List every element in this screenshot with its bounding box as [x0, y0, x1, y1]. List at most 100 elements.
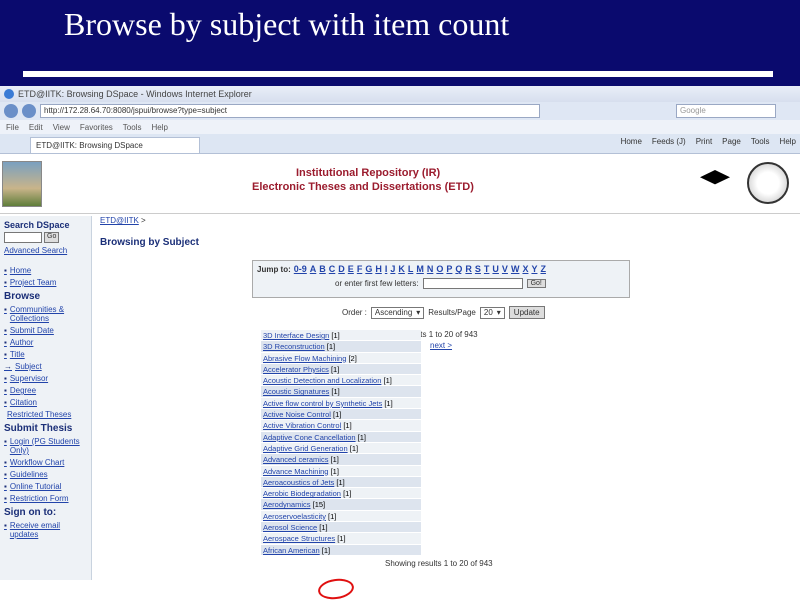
- rpp-select[interactable]: 20 ▾: [479, 306, 505, 319]
- item-count: [1]: [333, 410, 342, 420]
- jump-letter-link[interactable]: M: [416, 264, 424, 274]
- jump-letter-link[interactable]: B: [319, 264, 326, 274]
- sidebar-item-email-updates[interactable]: ▪ Receive email updates: [4, 521, 87, 539]
- back-arrow-icon[interactable]: [4, 104, 18, 118]
- browser-tab[interactable]: ETD@IITK: Browsing DSpace: [30, 137, 200, 153]
- subject-link[interactable]: Aerodynamics: [263, 500, 311, 509]
- forward-arrow-icon[interactable]: [22, 104, 36, 118]
- jump-letter-link[interactable]: R: [465, 264, 472, 274]
- jump-letter-link[interactable]: V: [502, 264, 508, 274]
- chevron-down-icon: ▾: [416, 308, 421, 317]
- advanced-search-link[interactable]: Advanced Search: [4, 246, 87, 255]
- subject-link[interactable]: Aeroservoelasticity: [263, 512, 326, 521]
- subject-link[interactable]: African American: [263, 546, 320, 555]
- sidebar-item-login[interactable]: ▪ Login (PG Students Only): [4, 437, 87, 455]
- jump-letter-link[interactable]: F: [357, 264, 363, 274]
- jump-letter-link[interactable]: G: [365, 264, 372, 274]
- tools-button[interactable]: Tools: [751, 137, 770, 146]
- sidebar-item-project-team[interactable]: ▪ Project Team: [4, 278, 87, 287]
- jump-letter-link[interactable]: S: [475, 264, 481, 274]
- jump-letter-link[interactable]: 0-9: [294, 264, 307, 274]
- sidebar-item-submit-date[interactable]: ▪ Submit Date: [4, 326, 87, 335]
- jump-letter-link[interactable]: I: [385, 264, 388, 274]
- jump-letter-link[interactable]: Z: [540, 264, 546, 274]
- sidebar-item-author[interactable]: ▪ Author: [4, 338, 87, 347]
- menu-tools[interactable]: Tools: [123, 123, 142, 132]
- subject-link[interactable]: Active Vibration Control: [263, 421, 341, 430]
- menu-edit[interactable]: Edit: [29, 123, 43, 132]
- order-select[interactable]: Ascending ▾: [370, 306, 425, 319]
- subject-link[interactable]: Active Noise Control: [263, 410, 331, 419]
- breadcrumb-link[interactable]: ETD@IITK: [100, 216, 139, 225]
- search-input[interactable]: Google: [676, 104, 776, 118]
- jump-letter-link[interactable]: T: [484, 264, 490, 274]
- subject-link[interactable]: Adaptive Cone Cancellation: [263, 433, 356, 442]
- subject-link[interactable]: Accelerator Physics: [263, 365, 329, 374]
- sidebar-item-tutorial[interactable]: ▪ Online Tutorial: [4, 482, 87, 491]
- menu-bar: File Edit View Favorites Tools Help: [0, 120, 800, 134]
- jump-letter-link[interactable]: N: [427, 264, 434, 274]
- jump-letter-link[interactable]: A: [310, 264, 317, 274]
- jump-letter-link[interactable]: L: [408, 264, 414, 274]
- jump-letter-link[interactable]: P: [446, 264, 452, 274]
- jump-letter-link[interactable]: U: [492, 264, 499, 274]
- page-button[interactable]: Page: [722, 137, 741, 146]
- subject-link[interactable]: Aerosol Science: [263, 523, 317, 532]
- subject-link[interactable]: 3D Interface Design: [263, 331, 329, 340]
- update-button[interactable]: Update: [508, 306, 545, 319]
- address-input[interactable]: http://172.28.64.70:8080/jspui/browse?ty…: [40, 104, 540, 118]
- subject-link[interactable]: Advance Machining: [263, 467, 328, 476]
- subject-link[interactable]: Advanced ceramics: [263, 455, 328, 464]
- sidebar-item-supervisor[interactable]: ▪ Supervisor: [4, 374, 87, 383]
- sidebar-item-degree[interactable]: ▪ Degree: [4, 386, 87, 395]
- subject-link[interactable]: Aeroacoustics of Jets: [263, 478, 334, 487]
- list-item: Accelerator Physics [1]: [261, 363, 421, 376]
- menu-help[interactable]: Help: [151, 123, 167, 132]
- jump-letter-link[interactable]: O: [436, 264, 443, 274]
- next-link[interactable]: next >: [430, 341, 452, 350]
- jump-letter-link[interactable]: D: [338, 264, 345, 274]
- subject-link[interactable]: Aerobic Biodegradation: [263, 489, 341, 498]
- sidebar-search-input[interactable]: [4, 232, 42, 243]
- sidebar-item-home[interactable]: ▪ Home: [4, 266, 87, 275]
- menu-file[interactable]: File: [6, 123, 19, 132]
- jump-letter-link[interactable]: Y: [531, 264, 537, 274]
- print-button[interactable]: Print: [696, 137, 712, 146]
- sidebar-item-subject[interactable]: → Subject: [4, 362, 87, 371]
- jump-letter-link[interactable]: X: [522, 264, 528, 274]
- subject-link[interactable]: Acoustic Detection and Localization: [263, 376, 381, 385]
- subject-link[interactable]: Adaptive Grid Generation: [263, 444, 348, 453]
- menu-favorites[interactable]: Favorites: [80, 123, 113, 132]
- jump-letter-link[interactable]: Q: [455, 264, 462, 274]
- subject-link[interactable]: 3D Reconstruction: [263, 342, 325, 351]
- sidebar-item-title[interactable]: ▪ Title: [4, 350, 87, 359]
- subject-link[interactable]: Active flow control by Synthetic Jets: [263, 399, 382, 408]
- sidebar-go-button[interactable]: Go: [44, 232, 60, 243]
- item-count: [1]: [343, 489, 352, 499]
- subject-link[interactable]: Abrasive Flow Machining: [263, 354, 346, 363]
- sidebar-item-guidelines[interactable]: ▪ Guidelines: [4, 470, 87, 479]
- menu-view[interactable]: View: [53, 123, 70, 132]
- sidebar-item-citation[interactable]: ▪ Citation: [4, 398, 87, 407]
- jump-letter-link[interactable]: J: [390, 264, 395, 274]
- feeds-button[interactable]: Feeds (J): [652, 137, 686, 146]
- subject-link[interactable]: Acoustic Signatures: [263, 387, 329, 396]
- subject-link[interactable]: Aerospace Structures: [263, 534, 335, 543]
- browse-title: Browse: [4, 291, 41, 302]
- letters-input[interactable]: [422, 278, 523, 289]
- jump-letter-link[interactable]: K: [398, 264, 405, 274]
- list-item: Active Vibration Control [1]: [261, 420, 421, 432]
- letters-go-button[interactable]: Go!: [526, 279, 546, 288]
- list-item: Aeroservoelasticity [1]: [261, 510, 421, 523]
- jump-letter-link[interactable]: C: [329, 264, 336, 274]
- sidebar-item-workflow[interactable]: ▪ Workflow Chart: [4, 458, 87, 467]
- home-button[interactable]: Home: [621, 137, 642, 146]
- jump-letter-link[interactable]: E: [348, 264, 354, 274]
- jump-letter-link[interactable]: H: [375, 264, 382, 274]
- help-button[interactable]: Help: [780, 137, 796, 146]
- sidebar-item-restricted[interactable]: Restricted Theses: [4, 410, 87, 419]
- list-item: Active Noise Control [1]: [261, 409, 421, 421]
- sidebar-item-restriction-form[interactable]: ▪ Restriction Form: [4, 494, 87, 503]
- jump-letter-link[interactable]: W: [511, 264, 520, 274]
- sidebar-item-communities[interactable]: ▪ Communities & Collections: [4, 305, 87, 323]
